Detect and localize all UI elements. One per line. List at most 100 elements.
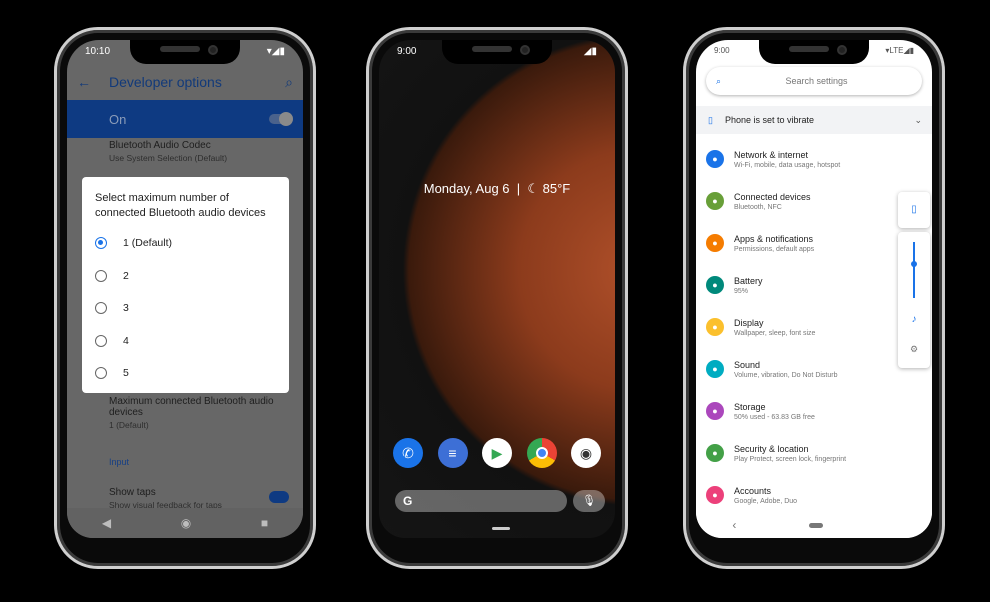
volume-slider[interactable] xyxy=(911,242,917,298)
codec-sub: Use System Selection (Default) xyxy=(109,153,228,163)
chevron-down-icon[interactable]: ⌄ xyxy=(914,115,922,126)
play-store-icon[interactable]: ▶ xyxy=(482,438,512,468)
vibrate-text: Phone is set to vibrate xyxy=(724,115,815,125)
radio-icon[interactable] xyxy=(95,334,107,347)
settings-item[interactable]: ● Network & internet Wi-Fi, mobile, data u… xyxy=(696,138,932,180)
at-a-glance[interactable]: Monday, Aug 6 | ☾ 85°F xyxy=(379,181,615,197)
settings-item-sub: Wi-Fi, mobile, data usage, hotspot xyxy=(734,161,841,169)
dialog-title: Select maximum number of connected Bluet… xyxy=(95,192,266,219)
messages-app-icon[interactable]: ≡ xyxy=(437,438,468,468)
status-icons: ▾◢▮ xyxy=(266,46,285,57)
search-placeholder: Search settings xyxy=(785,76,848,86)
status-time: 9:00 xyxy=(397,46,417,57)
settings-item-title: Network & internet xyxy=(734,149,809,160)
option-3[interactable]: 3 xyxy=(95,292,276,325)
settings-category-icon: ● xyxy=(706,234,724,252)
settings-item-title: Display xyxy=(734,317,764,328)
radio-icon[interactable] xyxy=(95,269,107,282)
status-icons: ▾LTE◢▮ xyxy=(885,46,914,55)
settings-category-icon: ● xyxy=(706,150,724,168)
settings-item-title: Accounts xyxy=(734,485,772,496)
moon-icon: ☾ xyxy=(527,181,539,196)
radio-icon[interactable] xyxy=(95,367,107,380)
volume-panel: ▯ ♪ ⚙ xyxy=(898,192,930,368)
option-label: 5 xyxy=(123,367,129,380)
settings-item-title: Apps & notifications xyxy=(734,233,814,244)
vibrate-banner[interactable]: ▯ Phone is set to vibrate ⌄ xyxy=(696,106,932,134)
settings-item-sub: Permissions, default apps xyxy=(734,245,815,253)
option-label: 3 xyxy=(123,302,129,315)
settings-item-sub: 50% used - 63.83 GB free xyxy=(734,413,815,421)
settings-item[interactable]: ● Apps & notifications Permissions, defaul… xyxy=(696,222,932,264)
settings-item-sub: Wallpaper, sleep, font size xyxy=(734,329,816,337)
camera-icon[interactable]: ◉ xyxy=(571,438,601,468)
option-label: 4 xyxy=(123,334,129,347)
radio-selected-icon[interactable] xyxy=(95,237,107,250)
show-taps-toggle[interactable] xyxy=(269,491,289,503)
home-nav-icon[interactable]: ◉ xyxy=(181,516,191,530)
settings-category-icon: ● xyxy=(706,486,724,504)
status-time: 9:00 xyxy=(714,46,730,55)
search-settings[interactable]: ⌕ Search settings xyxy=(706,67,922,95)
settings-gear-icon[interactable]: ⚙ xyxy=(898,344,930,355)
date: Monday, Aug 6 xyxy=(423,181,510,196)
settings-category-icon: ● xyxy=(706,360,724,378)
settings-item-title: Connected devices xyxy=(734,191,811,202)
codec-title: Bluetooth Audio Codec xyxy=(109,140,211,151)
settings-category-icon: ● xyxy=(706,276,724,294)
settings-item-title: Sound xyxy=(734,359,761,370)
back-nav-icon[interactable]: ‹ xyxy=(732,518,736,532)
master-switch-bar[interactable]: On xyxy=(67,100,303,138)
back-arrow-icon[interactable]: ← xyxy=(77,74,91,90)
settings-category-icon: ● xyxy=(706,402,724,420)
show-taps-title: Show taps xyxy=(109,487,156,498)
show-taps-item[interactable]: Show taps Show visual feedback for taps xyxy=(109,487,293,510)
vibrate-toggle-icon[interactable]: ▯ xyxy=(898,192,930,228)
home-pill[interactable] xyxy=(808,522,823,528)
settings-item[interactable]: ● Battery 95% xyxy=(696,264,932,306)
settings-item-title: Battery xyxy=(734,275,763,286)
settings-item-sub: Google, Adobe, Duo xyxy=(734,497,798,505)
settings-item[interactable]: ● Security & location Play Protect, screen… xyxy=(696,432,932,474)
toggle[interactable] xyxy=(269,112,293,126)
max-devices-item[interactable]: Maximum connected Bluetooth audio device… xyxy=(109,396,293,430)
settings-item[interactable]: ● Connected devices Bluetooth, NFC xyxy=(696,180,932,222)
phone-developer-options: 10:10 ▾◢▮ ← Developer options ⌕ On Bluetoot… xyxy=(54,27,316,569)
chrome-icon[interactable] xyxy=(526,438,557,468)
status-time: 10:10 xyxy=(85,46,111,57)
radio-icon[interactable] xyxy=(95,302,107,315)
option-2[interactable]: 2 xyxy=(95,260,276,293)
mic-icon[interactable]: 🎙 xyxy=(573,490,605,512)
max-devices-sub: 1 (Default) xyxy=(109,420,149,430)
settings-item-sub: Bluetooth, NFC xyxy=(734,203,782,211)
google-search-bar[interactable]: G xyxy=(395,490,567,512)
option-label: 2 xyxy=(123,269,129,282)
settings-item-title: Storage xyxy=(734,401,766,412)
option-5[interactable]: 5 xyxy=(95,357,276,390)
option-4[interactable]: 4 xyxy=(95,325,276,358)
bluetooth-devices-dialog: Select maximum number of connected Bluet… xyxy=(82,177,289,393)
settings-item[interactable]: ● Storage 50% used - 63.83 GB free xyxy=(696,390,932,432)
settings-item[interactable]: ● Sound Volume, vibration, Do Not Disturb xyxy=(696,348,932,390)
settings-category-icon: ● xyxy=(706,318,724,336)
temperature: 85°F xyxy=(542,181,571,196)
page-title: Developer options xyxy=(109,74,222,90)
home-pill[interactable] xyxy=(492,527,510,530)
vibrate-icon: ▯ xyxy=(708,114,713,125)
settings-item-sub: 95% xyxy=(734,287,749,295)
option-1[interactable]: 1 (Default) xyxy=(95,227,276,260)
settings-item-title: Security & location xyxy=(734,443,809,454)
settings-item-sub: Play Protect, screen lock, fingerprint xyxy=(734,455,847,463)
back-nav-icon[interactable]: ◀ xyxy=(102,516,111,530)
settings-item-sub: Volume, vibration, Do Not Disturb xyxy=(734,371,838,379)
phone-app-icon[interactable]: ✆ xyxy=(393,438,423,468)
settings-item[interactable]: ● Display Wallpaper, sleep, font size xyxy=(696,306,932,348)
music-note-icon: ♪ xyxy=(911,314,917,325)
phone-home-screen: 9:00 ◢▮ Monday, Aug 6 | ☾ 85°F ✆ ≡ ▶ ◉ G … xyxy=(366,27,628,569)
status-icons: ◢▮ xyxy=(583,46,597,57)
phone-settings: 9:00 ▾LTE◢▮ ⌕ Search settings ▯ Phone is se… xyxy=(683,27,945,569)
settings-item[interactable]: ● Accounts Google, Adobe, Duo xyxy=(696,474,932,516)
search-icon[interactable]: ⌕ xyxy=(285,74,293,91)
max-devices-title: Maximum connected Bluetooth audio device… xyxy=(109,396,274,418)
recents-nav-icon[interactable]: ■ xyxy=(261,516,268,530)
